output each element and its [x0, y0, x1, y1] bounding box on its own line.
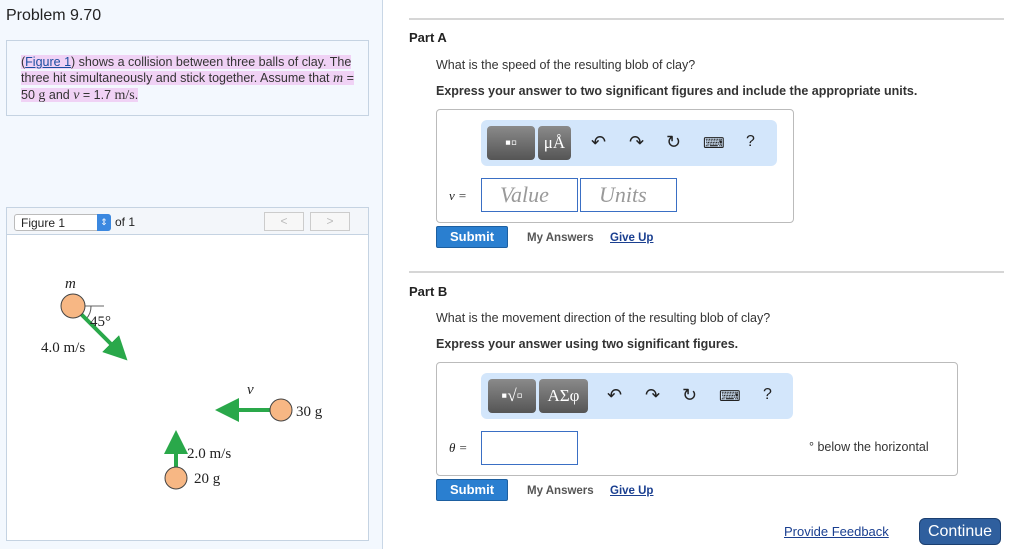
templates-button[interactable]: ▪▫	[487, 126, 535, 160]
next-figure-button[interactable]: >	[310, 212, 350, 231]
value-input[interactable]: Value	[481, 178, 578, 212]
figure-link[interactable]: Figure 1	[25, 55, 71, 69]
units-button[interactable]: μÅ	[538, 126, 571, 160]
figure-count: of 1	[115, 215, 136, 229]
part-b-question: What is the movement direction of the re…	[436, 311, 771, 325]
undo-icon[interactable]: ↶	[607, 385, 622, 406]
label-v3: 2.0 m/s	[187, 446, 231, 462]
keyboard-icon[interactable]: ⌨	[719, 387, 741, 405]
reset-icon[interactable]: ↻	[666, 132, 681, 153]
chevron-updown-icon: ⇕	[97, 214, 111, 231]
variable-v-label: v =	[449, 188, 467, 203]
part-b-submit-button[interactable]: Submit	[436, 479, 508, 501]
part-a-give-up[interactable]: Give Up	[610, 232, 653, 244]
unit-suffix: ° below the horizontal	[809, 440, 929, 454]
part-b-my-answers[interactable]: My Answers	[527, 485, 594, 497]
ball-30g	[269, 398, 293, 422]
help-button[interactable]: ?	[763, 386, 772, 404]
question-box: (Figure 1) shows a collision between thr…	[6, 40, 369, 116]
part-a-label: Part A	[409, 30, 447, 45]
label-m: m	[65, 276, 76, 292]
part-b-answer-box: ▪√▫ ΑΣφ ↶ ↷ ↻ ⌨ ? θ = ° below the horizo…	[436, 362, 958, 476]
label-20g: 20 g	[194, 471, 221, 487]
keyboard-icon[interactable]: ⌨	[703, 134, 725, 152]
label-30g: 30 g	[296, 404, 323, 420]
ball-20g	[164, 466, 188, 490]
problem-title: Problem 9.70	[6, 7, 102, 24]
part-a-toolbar: ▪▫ μÅ ↶ ↷ ↻ ⌨ ?	[481, 120, 777, 166]
collision-diagram: m 45° 4.0 m/s v 30 g 2.0 m/s 20 g	[41, 276, 323, 490]
left-panel: Problem 9.70 (Figure 1) shows a collisio…	[0, 0, 383, 549]
greek-button[interactable]: ΑΣφ	[539, 379, 588, 413]
figure-area: m 45° 4.0 m/s v 30 g 2.0 m/s 20 g	[6, 235, 369, 541]
figure-toolbar: Figure 1 ⇕ of 1 < >	[6, 207, 369, 235]
label-angle: 45°	[90, 314, 111, 330]
help-button[interactable]: ?	[746, 133, 755, 151]
label-v: v	[247, 382, 254, 398]
right-panel: Part A What is the speed of the resultin…	[409, 0, 1004, 549]
figure-select[interactable]: Figure 1 ⇕	[14, 214, 111, 231]
part-b-give-up[interactable]: Give Up	[610, 485, 653, 497]
provide-feedback-link[interactable]: Provide Feedback	[784, 524, 889, 539]
divider	[409, 271, 1004, 273]
redo-icon[interactable]: ↷	[629, 132, 644, 153]
part-b-instruction: Express your answer using two significan…	[436, 337, 739, 351]
part-a-instruction: Express your answer to two significant f…	[436, 84, 918, 98]
part-a-answer-box: ▪▫ μÅ ↶ ↷ ↻ ⌨ ? v = Value Units	[436, 109, 794, 223]
part-a-my-answers[interactable]: My Answers	[527, 232, 594, 244]
redo-icon[interactable]: ↷	[645, 385, 660, 406]
part-a-question: What is the speed of the resulting blob …	[436, 58, 696, 72]
continue-button[interactable]: Continue	[919, 518, 1001, 545]
label-v1: 4.0 m/s	[41, 340, 85, 356]
prev-figure-button[interactable]: <	[264, 212, 304, 231]
angle-input[interactable]	[481, 431, 578, 465]
part-b-toolbar: ▪√▫ ΑΣφ ↶ ↷ ↻ ⌨ ?	[481, 373, 793, 419]
reset-icon[interactable]: ↻	[682, 385, 697, 406]
variable-theta-label: θ =	[449, 440, 468, 455]
ball-m	[60, 293, 86, 319]
templates-button[interactable]: ▪√▫	[488, 379, 536, 413]
part-b-label: Part B	[409, 284, 448, 299]
question-text: (Figure 1) shows a collision between thr…	[21, 55, 354, 103]
divider	[409, 18, 1004, 20]
undo-icon[interactable]: ↶	[591, 132, 606, 153]
units-input[interactable]: Units	[580, 178, 677, 212]
part-a-submit-button[interactable]: Submit	[436, 226, 508, 248]
